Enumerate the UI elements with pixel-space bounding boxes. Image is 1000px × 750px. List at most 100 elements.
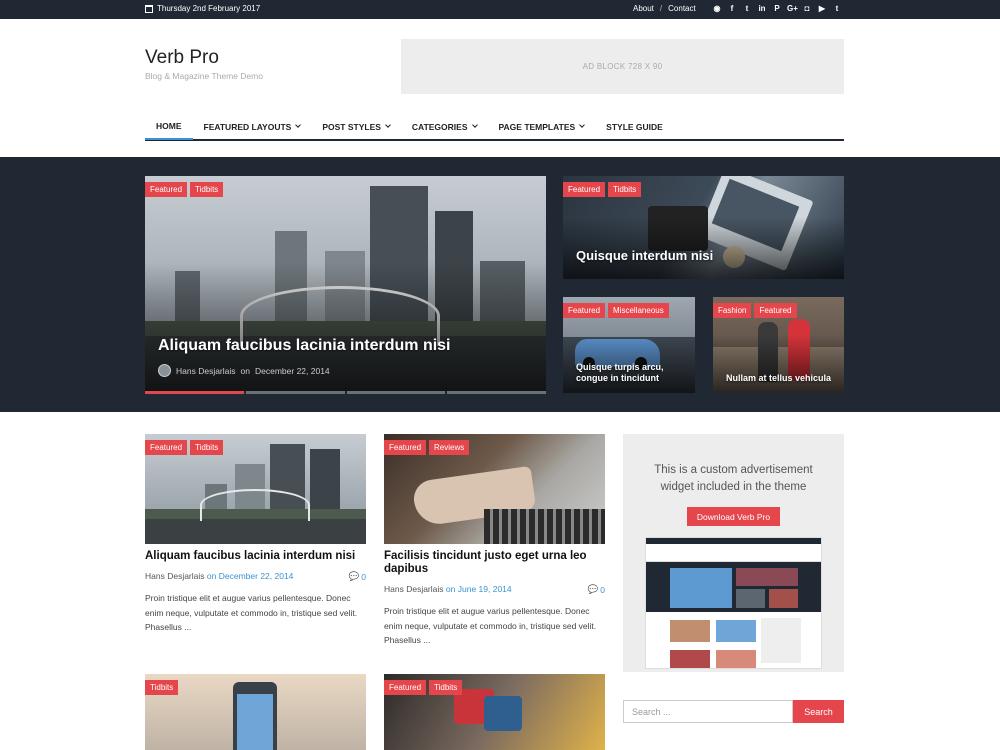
- download-button[interactable]: Download Verb Pro: [687, 507, 780, 526]
- author-name[interactable]: Hans Desjarlais: [384, 584, 444, 594]
- byline-on: on: [445, 584, 456, 594]
- post-thumbnail[interactable]: Featured Reviews: [384, 434, 605, 544]
- post-tags: Featured Tidbits: [384, 680, 463, 695]
- nav-item-home[interactable]: HOME: [145, 113, 193, 140]
- nav-label: HOME: [156, 120, 182, 131]
- post-meta: Hans Desjarlais on June 19, 2014 💬 0: [384, 584, 605, 595]
- instagram-icon[interactable]: ◘: [802, 3, 812, 14]
- tag-featured[interactable]: Featured: [145, 440, 188, 455]
- calendar-icon: [145, 4, 153, 13]
- featured-main-byline: Hans Desjarlais on December 22, 2014: [158, 364, 330, 377]
- post-thumbnail[interactable]: Featured Tidbits: [145, 434, 366, 544]
- post-tags: Featured Tidbits: [563, 182, 642, 197]
- slide-indicator[interactable]: [447, 391, 546, 394]
- slide-indicator[interactable]: [145, 391, 244, 394]
- chevron-down-icon: [385, 122, 391, 128]
- youtube-icon[interactable]: ▶: [817, 3, 827, 14]
- featured-bottom-left-title[interactable]: Quisque turpis arcu, congue in tincidunt: [576, 362, 686, 384]
- nav-item-style-guide[interactable]: STYLE GUIDE: [595, 113, 674, 140]
- tag-reviews[interactable]: Reviews: [429, 440, 470, 455]
- pinterest-icon[interactable]: P: [772, 3, 782, 14]
- search-button[interactable]: Search: [793, 700, 844, 723]
- search-input[interactable]: Search ...: [623, 700, 793, 723]
- post-tags: Featured Miscellaneous: [563, 303, 669, 318]
- chevron-down-icon: [295, 122, 302, 128]
- tumblr-icon[interactable]: t: [832, 3, 842, 14]
- site-description: Blog & Magazine Theme Demo: [145, 71, 263, 81]
- post-title[interactable]: Facilisis tincidunt justo eget urna leo …: [384, 550, 605, 576]
- avatar: [158, 364, 171, 377]
- featured-bottom-right-card[interactable]: Fashion Featured Nullam at tellus vehicu…: [713, 297, 844, 393]
- post-tags: Fashion Featured: [713, 303, 797, 318]
- linkedin-icon[interactable]: in: [757, 3, 767, 14]
- nav-item-post-styles[interactable]: POST STYLES: [311, 113, 401, 140]
- nav-item-page-templates[interactable]: PAGE TEMPLATES: [488, 113, 596, 140]
- nav-item-featured-layouts[interactable]: FEATURED LAYOUTS: [193, 113, 312, 140]
- featured-top-right-title[interactable]: Quisque interdum nisi: [576, 248, 713, 263]
- date-display: Thursday 2nd February 2017: [145, 4, 260, 13]
- chevron-down-icon: [579, 122, 586, 128]
- tag-tidbits[interactable]: Tidbits: [608, 182, 642, 197]
- post-thumbnail[interactable]: Featured Tidbits: [384, 674, 605, 750]
- author-name[interactable]: Hans Desjarlais: [176, 366, 236, 376]
- tag-featured[interactable]: Featured: [384, 440, 427, 455]
- post-tags: Featured Tidbits: [145, 182, 224, 197]
- post-thumbnail[interactable]: Tidbits: [145, 674, 366, 750]
- post-meta: Hans Desjarlais on December 22, 2014 💬 0: [145, 571, 366, 582]
- author-name[interactable]: Hans Desjarlais: [145, 571, 205, 581]
- comments-link[interactable]: 💬 0: [349, 571, 366, 582]
- facebook-icon[interactable]: f: [727, 3, 737, 14]
- slider-indicators[interactable]: [145, 391, 546, 394]
- comment-count: 0: [600, 584, 605, 595]
- nav-label: POST STYLES: [322, 121, 381, 132]
- post-excerpt: Proin tristique elit et augue varius pel…: [145, 593, 358, 632]
- tag-fashion[interactable]: Fashion: [713, 303, 752, 318]
- tag-tidbits[interactable]: Tidbits: [190, 440, 224, 455]
- tag-featured[interactable]: Featured: [563, 182, 606, 197]
- nav-item-categories[interactable]: CATEGORIES: [401, 113, 488, 140]
- featured-top-right-card[interactable]: Featured Tidbits Quisque interdum nisi: [563, 176, 844, 279]
- comment-count: 0: [361, 571, 366, 582]
- comments-link[interactable]: 💬 0: [588, 584, 605, 595]
- tag-miscellaneous[interactable]: Miscellaneous: [608, 303, 669, 318]
- featured-main-card[interactable]: Featured Tidbits Aliquam faucibus lacini…: [145, 176, 546, 391]
- rss-icon[interactable]: ◉: [712, 3, 722, 14]
- about-link[interactable]: About: [633, 4, 654, 13]
- twitter-icon[interactable]: t: [742, 3, 752, 14]
- nav-label: FEATURED LAYOUTS: [203, 121, 292, 132]
- google-plus-icon[interactable]: G+: [787, 3, 798, 14]
- tag-featured[interactable]: Featured: [145, 182, 188, 197]
- byline-on: on: [206, 571, 217, 581]
- tag-tidbits[interactable]: Tidbits: [190, 182, 224, 197]
- post-card: Featured Tidbits: [384, 674, 605, 750]
- contact-link[interactable]: Contact: [668, 4, 696, 13]
- featured-main-title[interactable]: Aliquam faucibus lacinia interdum nisi: [158, 337, 451, 355]
- post-card: Featured Reviews Facilisis tincidunt jus…: [384, 434, 605, 648]
- link-separator: /: [659, 4, 663, 13]
- widget-text: This is a custom advertisement widget in…: [654, 464, 813, 493]
- tag-featured[interactable]: Featured: [754, 303, 797, 318]
- post-date: December 22, 2014: [255, 365, 330, 376]
- slide-indicator[interactable]: [245, 391, 345, 394]
- top-links: About / Contact: [633, 4, 696, 13]
- post-tags: Featured Tidbits: [145, 440, 224, 455]
- comment-icon: 💬: [348, 571, 360, 581]
- post-title[interactable]: Aliquam faucibus lacinia interdum nisi: [145, 550, 366, 563]
- social-icons: ◉ f t in P G+ ◘ ▶ t: [712, 3, 842, 14]
- slide-indicator[interactable]: [346, 391, 446, 394]
- search-form: Search ... Search: [623, 700, 844, 723]
- tag-tidbits[interactable]: Tidbits: [145, 680, 179, 695]
- post-excerpt: Proin tristique elit et augue varius pel…: [384, 606, 597, 645]
- site-title[interactable]: Verb Pro: [145, 47, 219, 69]
- post-card: Tidbits: [145, 674, 366, 750]
- chevron-down-icon: [471, 122, 478, 128]
- featured-bottom-left-card[interactable]: Featured Miscellaneous Quisque turpis ar…: [563, 297, 695, 393]
- tag-featured[interactable]: Featured: [384, 680, 427, 695]
- comment-icon: 💬: [587, 584, 599, 594]
- tag-tidbits[interactable]: Tidbits: [429, 680, 463, 695]
- featured-bottom-right-title[interactable]: Nullam at tellus vehicula: [726, 373, 831, 383]
- ad-block: AD BLOCK 728 X 90: [401, 39, 844, 94]
- theme-preview-image[interactable]: [645, 537, 822, 669]
- tag-featured[interactable]: Featured: [563, 303, 606, 318]
- main-nav: HOME FEATURED LAYOUTS POST STYLES CATEGO…: [145, 113, 844, 141]
